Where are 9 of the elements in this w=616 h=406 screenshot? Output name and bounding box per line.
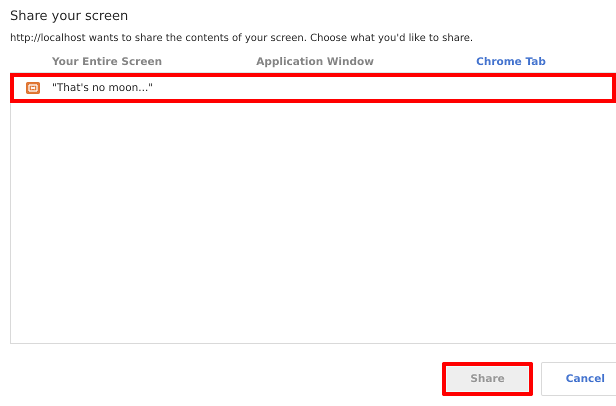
item-title: "That's no moon..." [52, 82, 154, 94]
dialog-message: http://localhost wants to share the contents of your screen. Choose what you'd like to share. [10, 33, 474, 44]
favicon-icon [26, 82, 40, 94]
tab[interactable]: Your Entire Screen [40, 56, 174, 68]
tab[interactable]: Chrome Tab [420, 56, 602, 68]
dialog-title: Share your screen [10, 9, 130, 24]
cancel-button[interactable]: Cancel [540, 362, 616, 396]
tab[interactable]: Application Window [224, 56, 406, 68]
tab-list-item[interactable]: "That's no moon..." [10, 73, 616, 103]
